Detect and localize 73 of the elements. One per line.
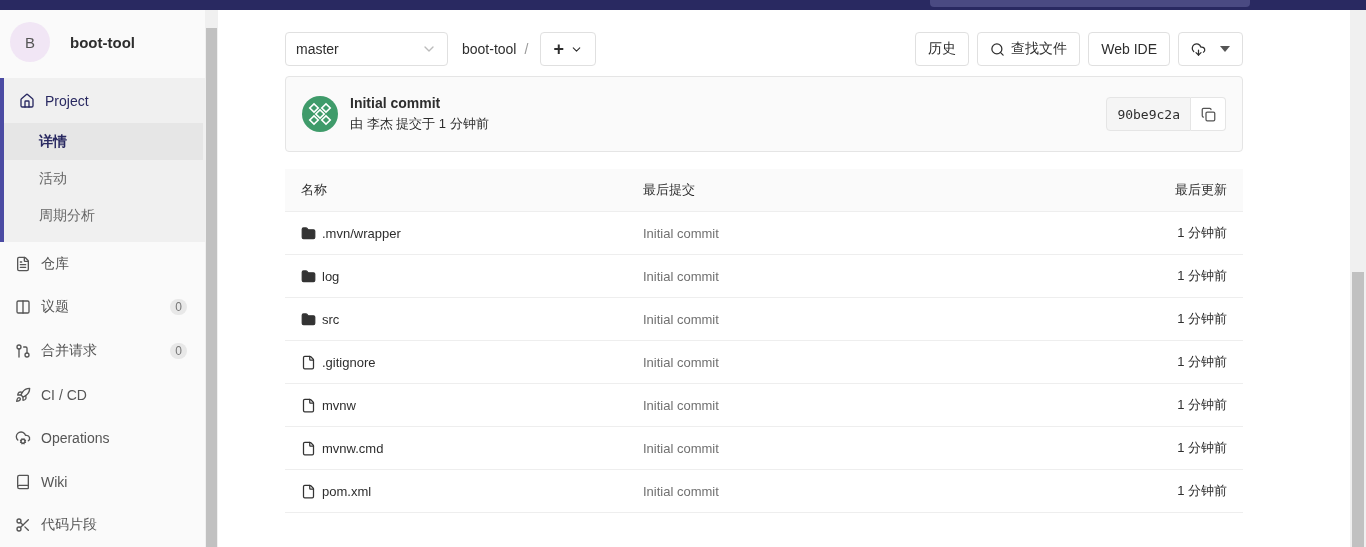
commit-link[interactable]: Initial commit [643, 225, 1027, 241]
scissors-icon [15, 517, 31, 534]
commit-link[interactable]: Initial commit [643, 268, 1027, 284]
commit-link[interactable]: Initial commit [643, 397, 1027, 413]
table-cell-text: 1 分钟前 [1176, 396, 1227, 414]
count-badge: 0 [170, 299, 187, 316]
commit-link[interactable]: Initial commit [643, 311, 1027, 327]
merge-request-icon [15, 342, 31, 359]
sidebar-item[interactable]: 合并请求 0 [0, 329, 205, 373]
sidebar-item[interactable]: CI / CD [0, 372, 205, 417]
file-icon [301, 354, 316, 370]
folder-icon [301, 225, 316, 241]
column-header: 名称 [301, 181, 328, 199]
file-name-link[interactable]: log [322, 268, 340, 284]
download-dropdown[interactable] [1178, 32, 1243, 66]
sidebar-item[interactable]: Wiki [0, 459, 205, 504]
path-separator: / [524, 41, 529, 57]
sidebar-subitem[interactable]: 周期分析 [4, 197, 203, 234]
file-name-link[interactable]: pom.xml [322, 483, 372, 499]
table-cell-text: 1 分钟前 [1176, 310, 1227, 328]
sidebar-subitem[interactable]: 详情 [4, 123, 203, 160]
sidebar-item[interactable]: 议题 0 [0, 285, 205, 330]
add-dropdown[interactable]: + [540, 32, 596, 66]
commit-sha: 90be9c2a [1106, 97, 1191, 131]
table-cell-text: 1 分钟前 [1176, 224, 1227, 242]
rocket-icon [15, 386, 31, 403]
search-icon [990, 41, 1006, 57]
file-name-link[interactable]: mvnw.cmd [322, 440, 384, 456]
file-icon [301, 440, 316, 456]
scrollbar[interactable] [205, 10, 218, 547]
commit-byline: 由 李杰 提交于 1 分钟前 [350, 115, 489, 133]
toolbar-button[interactable]: Web IDE [1088, 32, 1170, 66]
avatar-icon [302, 96, 338, 132]
commit-link[interactable]: Initial commit [643, 440, 1027, 456]
home-icon [19, 92, 35, 109]
file-name-link[interactable]: src [322, 311, 340, 327]
project-name: boot-tool [70, 33, 135, 51]
file-name-link[interactable]: mvnw [322, 397, 356, 413]
sidebar-item[interactable]: 仓库 [0, 242, 205, 286]
file-icon [301, 483, 316, 499]
sidebar-item[interactable]: 代码片段 [0, 503, 205, 547]
project-avatar: B [10, 22, 50, 62]
folder-icon [301, 268, 316, 284]
sidebar-item[interactable]: Operations [0, 416, 205, 460]
scrollbar[interactable] [1350, 10, 1366, 547]
file-name-link[interactable]: .mvn/wrapper [322, 225, 401, 241]
branch-dropdown[interactable]: master [285, 32, 448, 66]
count-badge: 0 [170, 342, 187, 359]
toolbar-button[interactable]: 历史 [915, 32, 970, 66]
table-cell-text: 1 分钟前 [1176, 482, 1227, 500]
cloud-gear-icon [15, 430, 31, 447]
commit-title[interactable]: Initial commit [350, 95, 489, 111]
book-icon [15, 473, 31, 490]
caret-icon [1220, 46, 1230, 52]
sidebar-item[interactable]: Project [4, 78, 205, 123]
copy-button[interactable] [1191, 97, 1226, 131]
commit-link[interactable]: Initial commit [643, 483, 1027, 499]
sidebar-subitem[interactable]: 活动 [4, 160, 203, 197]
commit-link[interactable]: Initial commit [643, 354, 1027, 370]
cloud-download-icon [1191, 41, 1206, 57]
copy-icon [1200, 106, 1216, 122]
folder-icon [301, 311, 316, 327]
file-icon [301, 397, 316, 413]
breadcrumb-link[interactable]: boot-tool [462, 41, 517, 57]
table-cell-text: 1 分钟前 [1176, 267, 1227, 285]
column-header: 最后更新 [1174, 181, 1227, 199]
table-cell-text: 1 分钟前 [1176, 353, 1227, 371]
file-name-link[interactable]: .gitignore [322, 354, 376, 370]
find-file-button[interactable]: 查找文件 [977, 32, 1081, 66]
issues-icon [15, 299, 31, 316]
column-header: 最后提交 [643, 181, 696, 199]
table-cell-text: 1 分钟前 [1176, 439, 1227, 457]
document-icon [15, 255, 31, 272]
